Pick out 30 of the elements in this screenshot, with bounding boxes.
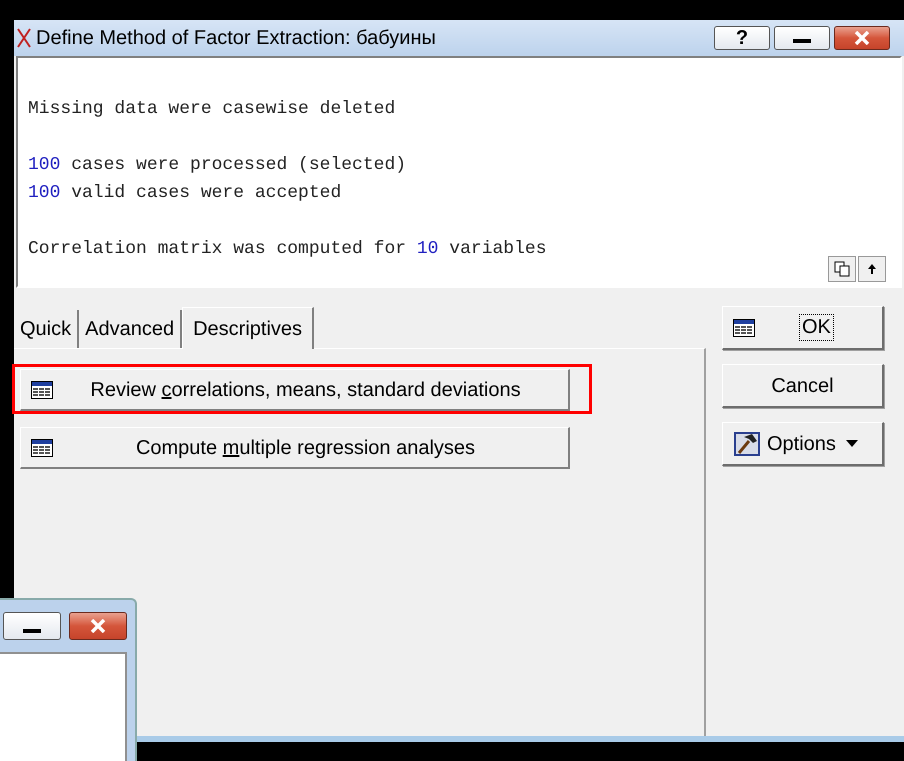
hammer-icon — [733, 430, 761, 456]
ok-button[interactable]: OK — [722, 306, 884, 350]
minimize-button[interactable] — [3, 612, 61, 640]
copy-button[interactable] — [828, 256, 856, 282]
minimize-button[interactable] — [774, 26, 830, 50]
app-icon — [16, 27, 32, 49]
action-button[interactable]: Review correlations, means, standard deviations — [20, 369, 570, 411]
up-arrow-icon — [867, 263, 877, 275]
output-line: 100 cases were processed (selected) — [28, 154, 408, 177]
table-icon — [733, 318, 755, 336]
help-button[interactable]: ? — [714, 26, 770, 50]
minimize-icon — [23, 629, 41, 633]
expand-button[interactable] — [858, 256, 886, 282]
close-icon — [854, 31, 870, 45]
copy-icon — [834, 261, 850, 277]
close-button[interactable] — [834, 26, 890, 50]
tab[interactable]: Descriptives — [182, 307, 314, 349]
action-button[interactable]: Compute multiple regression analyses — [20, 427, 570, 469]
window-title: Define Method of Factor Extraction: бабуины — [36, 26, 436, 51]
output-line: Missing data were casewise deleted — [28, 98, 396, 121]
table-icon — [31, 380, 53, 398]
table-icon — [31, 438, 53, 456]
minimize-icon — [793, 39, 811, 43]
options-button[interactable]: Options — [722, 422, 884, 466]
dropdown-caret-icon — [846, 440, 858, 447]
output-line: Correlation matrix was computed for 10 variables — [28, 238, 548, 261]
output-line: 100 valid cases were accepted — [28, 182, 342, 205]
close-icon — [90, 619, 106, 633]
close-button[interactable] — [69, 612, 127, 640]
cancel-button[interactable]: Cancel — [722, 364, 884, 408]
